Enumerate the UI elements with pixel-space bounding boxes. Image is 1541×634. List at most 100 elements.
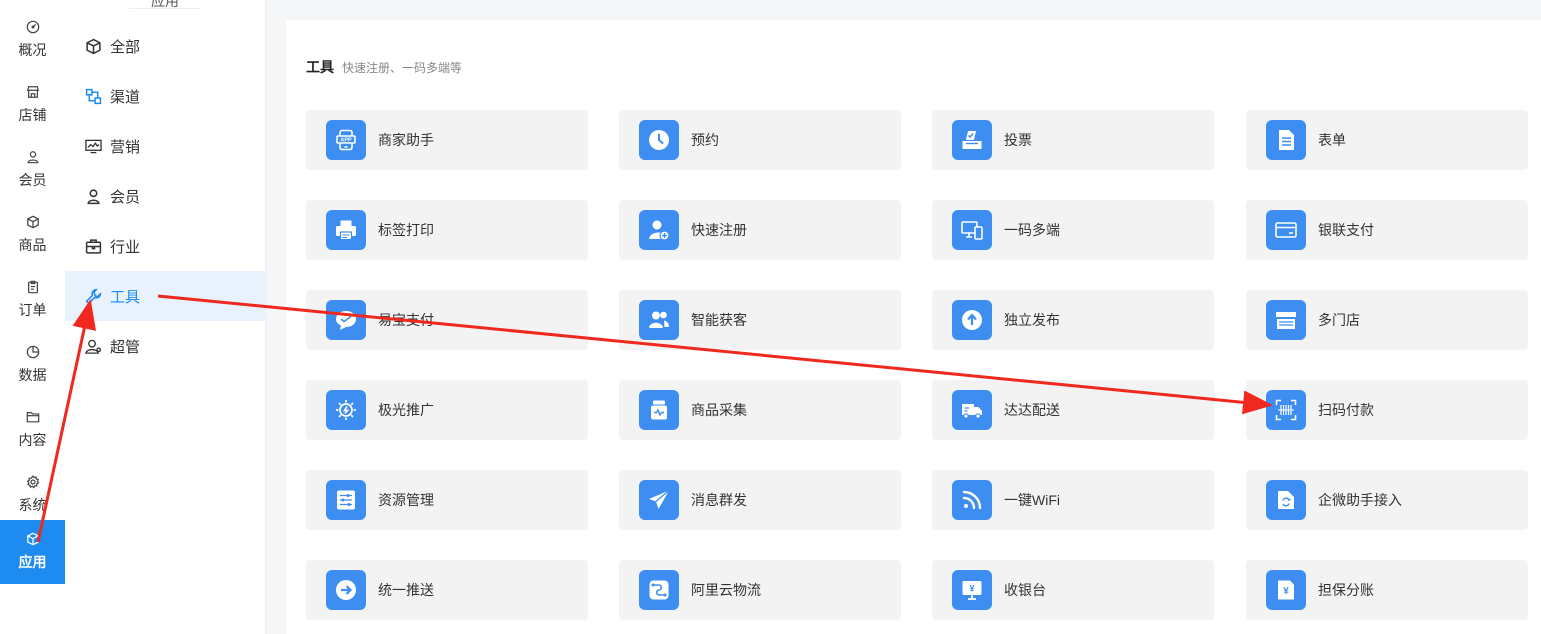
tool-card-label: 统一推送 [378,582,434,598]
briefcase-icon [85,238,102,254]
nav-item-label: 商品 [18,237,47,253]
user-add-icon [639,210,679,250]
admin-user-icon [85,339,102,354]
user-icon [87,188,100,204]
sync-folder-icon [1266,480,1306,520]
clock-icon [639,120,679,160]
tool-card-appointment[interactable]: 预约 [619,110,901,170]
primary-sidebar: 概况 店铺 会员 商品 订单 数据 内容 系统 应用 [0,0,65,634]
section-subtitle: 快速注册、一码多端等 [342,61,463,75]
tool-card-scan-to-pay[interactable]: 扫码付款 [1246,380,1528,440]
tool-card-label: 独立发布 [1004,312,1060,328]
nav-item-data[interactable]: 数据 [0,333,65,397]
truck-icon [952,390,992,430]
nav-item-label: 会员 [18,172,47,188]
tool-card-label: 担保分账 [1318,582,1374,598]
sidebar-item-tools[interactable]: 工具 [65,271,266,321]
tool-card-form[interactable]: 表单 [1246,110,1528,170]
shop-awning-icon [1266,300,1306,340]
tool-card-aliyun-logistics[interactable]: 阿里云物流 [619,560,901,620]
tool-card-product-collect[interactable]: 商品采集 [619,380,901,440]
svg-text:APP: APP [340,138,352,144]
gear-icon [26,475,39,489]
tool-card-wecom-assistant[interactable]: 企微助手接入 [1246,470,1528,530]
folder-icon [26,412,39,423]
pie-chart-icon [26,345,39,359]
jar-icon [639,390,679,430]
tool-card-cashier[interactable]: ¥ 收银台 [932,560,1214,620]
tool-card-label: 商品采集 [691,402,747,418]
tool-card-unified-push[interactable]: 统一推送 [306,560,588,620]
user-icon [26,151,39,164]
tool-card-mass-message[interactable]: 消息群发 [619,470,901,530]
logistics-icon [639,570,679,610]
tool-card-jiguang-promotion[interactable]: 极光推广 [306,380,588,440]
tools-panel: 工具 快速注册、一码多端等 APP 商家助手 预约 投票 表单 标签打印 快速注… [286,20,1541,634]
users-icon [639,300,679,340]
tool-card-label: 一键WiFi [1004,492,1060,508]
sidebar-item-label: 会员 [110,188,141,206]
tool-card-vote[interactable]: 投票 [932,110,1214,170]
nav-item-system[interactable]: 系统 [0,463,65,527]
cashier-icon: ¥ [952,570,992,610]
tool-card-label: 预约 [691,132,719,148]
nav-item-store[interactable]: 店铺 [0,73,65,137]
tool-card-label: 扫码付款 [1318,402,1374,418]
ballot-box-icon [952,120,992,160]
channel-icon [85,88,102,104]
sidebar-item-member[interactable]: 会员 [65,171,266,221]
nav-item-overview[interactable]: 概况 [0,8,65,72]
sidebar-item-label: 全部 [110,38,141,56]
nav-item-label: 数据 [18,367,47,383]
tool-card-label: 极光推广 [378,402,434,418]
tool-card-dada-delivery[interactable]: 达达配送 [932,380,1214,440]
tool-card-label: 表单 [1318,132,1346,148]
tool-card-unionpay[interactable]: 银联支付 [1246,200,1528,260]
send-icon [639,480,679,520]
tool-card-label: 收银台 [1004,582,1046,598]
sidebar-item-label: 超管 [110,338,141,356]
svg-text:¥: ¥ [1283,586,1289,597]
tool-card-smart-acquisition[interactable]: 智能获客 [619,290,901,350]
printer-icon [326,210,366,250]
section-title: 工具 [306,59,334,75]
barcode-scan-icon [1266,390,1306,430]
nav-item-apps[interactable]: 应用 [0,520,65,584]
nav-item-goods[interactable]: 商品 [0,203,65,267]
nav-item-label: 内容 [18,432,47,448]
tool-card-yeepay[interactable]: 易宝支付 [306,290,588,350]
nav-item-member[interactable]: 会员 [0,138,65,202]
upload-icon [952,300,992,340]
tool-card-multi-store[interactable]: 多门店 [1246,290,1528,350]
tool-card-resource-management[interactable]: 资源管理 [306,470,588,530]
tool-card-label: 商家助手 [378,132,434,148]
bank-card-icon [1266,210,1306,250]
secondary-sidebar: 应用 全部 渠道 营销 会员 行业 工具 超管 [65,0,266,634]
tool-card-label: 易宝支付 [378,312,434,328]
tool-card-merchant-assistant[interactable]: APP 商家助手 [306,110,588,170]
document-icon [1266,120,1306,160]
tool-card-independent-publish[interactable]: 独立发布 [932,290,1214,350]
clipboard-icon [27,280,38,294]
sidebar-item-industry[interactable]: 行业 [65,221,266,271]
tool-card-label: 达达配送 [1004,402,1060,418]
tool-card-one-click-wifi[interactable]: 一键WiFi [932,470,1214,530]
tool-card-label: 标签打印 [378,222,434,238]
sidebar-item-all[interactable]: 全部 [65,21,266,71]
nav-item-order[interactable]: 订单 [0,268,65,332]
tool-card-quick-register[interactable]: 快速注册 [619,200,901,260]
sidebar-item-label: 营销 [110,138,141,156]
nav-item-label: 系统 [18,497,47,513]
sidebar-item-marketing[interactable]: 营销 [65,121,266,171]
nav-item-label: 订单 [18,302,47,318]
tool-card-label: 阿里云物流 [691,582,761,598]
sidebar-item-channel[interactable]: 渠道 [65,71,266,121]
nav-item-label: 店铺 [18,107,47,123]
tool-card-label: 一码多端 [1004,222,1060,238]
sidebar-item-superadmin[interactable]: 超管 [65,321,266,371]
tool-card-multi-platform[interactable]: 一码多端 [932,200,1214,260]
nav-item-label: 概况 [18,42,47,58]
tool-card-label-print[interactable]: 标签打印 [306,200,588,260]
nav-item-content[interactable]: 内容 [0,398,65,462]
tool-card-escrow-split[interactable]: ¥ 担保分账 [1246,560,1528,620]
